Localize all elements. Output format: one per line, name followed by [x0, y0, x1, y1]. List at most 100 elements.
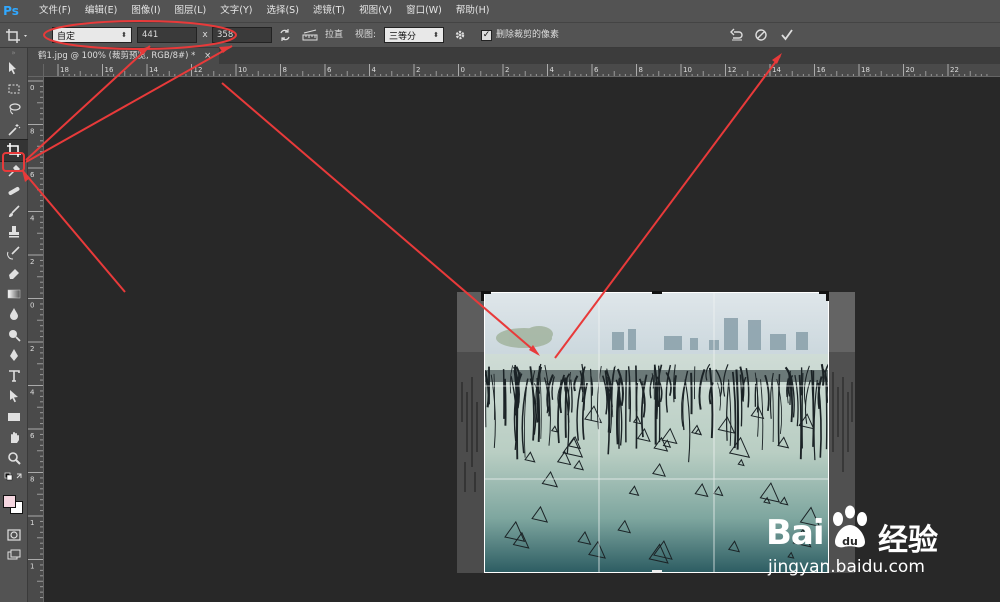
lasso-tool-icon[interactable]	[0, 99, 28, 120]
ruler-label: 8	[283, 66, 287, 74]
pen-tool-icon[interactable]	[0, 345, 28, 366]
crop-width-input[interactable]: 441	[137, 27, 197, 43]
blur-tool-icon[interactable]	[0, 304, 28, 325]
select-arrows-icon: ⬍	[121, 31, 127, 39]
crop-shield-left	[457, 292, 484, 573]
menu-image[interactable]: 图像(I)	[124, 0, 167, 22]
ruler-label: 0	[30, 302, 34, 310]
menu-select[interactable]: 选择(S)	[259, 0, 305, 22]
ruler-label: 6	[30, 171, 35, 179]
ruler-label: 1	[30, 563, 34, 571]
ruler-label: 4	[550, 66, 555, 74]
times-label: x	[202, 30, 208, 40]
ruler-label: 22	[950, 66, 959, 74]
ruler-label: 14	[772, 66, 781, 74]
ruler-label: 0	[30, 84, 34, 92]
color-swatches	[0, 489, 28, 525]
eraser-tool-icon[interactable]	[0, 263, 28, 284]
ruler-label: 8	[639, 66, 643, 74]
tools-panel: »	[0, 48, 29, 602]
ruler-label: 16	[817, 66, 826, 74]
history-brush-tool-icon[interactable]	[0, 243, 28, 264]
menu-bar: Ps 文件(F) 编辑(E) 图像(I) 图层(L) 文字(Y) 选择(S) 滤…	[0, 0, 1000, 22]
ruler-label: 16	[105, 66, 114, 74]
view-overlay-select[interactable]: 三等分 ⬍	[384, 27, 444, 43]
select-arrows-icon: ⬍	[433, 31, 439, 39]
crop-handle-top-left-v[interactable]	[481, 291, 484, 301]
paw-du-text: du	[842, 535, 858, 548]
menu-layer[interactable]: 图层(L)	[168, 0, 214, 22]
crop-handle-top-right-v[interactable]	[826, 291, 829, 301]
ruler-label: 2	[30, 345, 34, 353]
ruler-label: 10	[683, 66, 692, 74]
close-tab-icon[interactable]: ×	[204, 51, 211, 61]
hand-tool-icon[interactable]	[0, 427, 28, 448]
ruler-label: 12	[728, 66, 737, 74]
options-bar: 自定 ⬍ 441 x 358 拉直 视图: 三等分 ⬍ ✓ 删除裁剪的像素	[0, 22, 1000, 48]
gradient-tool-icon[interactable]	[0, 284, 28, 305]
ruler-label: 8	[30, 128, 34, 136]
reset-icon[interactable]	[729, 27, 745, 43]
crop-handle-top[interactable]	[652, 291, 662, 294]
marquee-tool-icon[interactable]	[0, 79, 28, 100]
menu-edit[interactable]: 编辑(E)	[78, 0, 124, 22]
watermark-url: jingyan.baidu.com	[768, 557, 925, 577]
menu-view[interactable]: 视图(V)	[352, 0, 399, 22]
crop-preset-icon[interactable]	[3, 27, 31, 45]
path-selection-tool-icon[interactable]	[0, 386, 28, 407]
foreground-color-swatch[interactable]	[3, 494, 16, 508]
move-tool-icon[interactable]	[0, 58, 28, 79]
default-colors-icon[interactable]	[0, 468, 28, 489]
document-tab-title: 鹤1.jpg @ 100% (裁剪预览, RGB/8#) *	[38, 51, 196, 61]
commit-check-icon[interactable]	[779, 27, 795, 43]
screen-mode-icon[interactable]	[0, 545, 28, 566]
ruler-label: 10	[238, 66, 247, 74]
cancel-icon[interactable]	[753, 27, 769, 43]
horizontal-ruler[interactable]: 18 16 14 12 10 8 6 4 2 0 2 4 6 8 10 12 14 16 18 20 22	[44, 64, 1000, 77]
ruler-origin[interactable]	[28, 64, 44, 77]
zoom-tool-icon[interactable]	[0, 448, 28, 469]
horizontal-ruler-ticks: 18 16 14 12 10 8 6 4 2 0 2 4 6 8 10 12 14 16 18 20 22	[57, 64, 988, 76]
magic-wand-tool-icon[interactable]	[0, 120, 28, 141]
type-tool-icon[interactable]	[0, 366, 28, 387]
ratio-select[interactable]: 自定 ⬍	[52, 27, 132, 43]
clone-stamp-tool-icon[interactable]	[0, 222, 28, 243]
view-overlay-value: 三等分	[389, 31, 417, 42]
photoshop-window: Ps 文件(F) 编辑(E) 图像(I) 图层(L) 文字(Y) 选择(S) 滤…	[0, 0, 1000, 602]
brush-tool-icon[interactable]	[0, 202, 28, 223]
ruler-label: 1	[30, 519, 34, 527]
vertical-ruler-ticks: 0864202468112	[28, 80, 43, 599]
menu-window[interactable]: 窗口(W)	[399, 0, 449, 22]
swap-icon[interactable]	[277, 27, 293, 43]
document-tab-bar: 鹤1.jpg @ 100% (裁剪预览, RGB/8#) * ×	[28, 48, 1000, 64]
vertical-ruler[interactable]: 0864202468112	[28, 77, 44, 602]
delete-pixels-label: 删除裁剪的像素	[496, 30, 560, 40]
straighten-icon[interactable]	[302, 27, 318, 43]
ruler-label: 6	[594, 66, 599, 74]
healing-brush-tool-icon[interactable]	[0, 181, 28, 202]
gear-icon[interactable]	[452, 27, 468, 43]
rectangle-tool-icon[interactable]	[0, 407, 28, 428]
ps-logo: Ps	[3, 4, 19, 18]
lotus-stem	[635, 365, 638, 449]
ruler-label: 4	[30, 389, 35, 397]
crop-tool-icon[interactable]	[0, 139, 29, 162]
quick-mask-icon[interactable]	[0, 525, 28, 546]
menu-filter[interactable]: 滤镜(T)	[306, 0, 352, 22]
menu-type[interactable]: 文字(Y)	[213, 0, 259, 22]
document-tab[interactable]: 鹤1.jpg @ 100% (裁剪预览, RGB/8#) * ×	[28, 48, 220, 64]
watermark-brand: Bai	[766, 513, 825, 553]
dodge-tool-icon[interactable]	[0, 325, 28, 346]
menu-file[interactable]: 文件(F)	[32, 0, 78, 22]
ruler-label: 0	[461, 66, 465, 74]
eyedropper-tool-icon[interactable]	[0, 161, 28, 182]
crop-height-input[interactable]: 358	[212, 27, 272, 43]
straighten-label[interactable]: 拉直	[325, 27, 343, 43]
ruler-label: 20	[906, 66, 915, 74]
ruler-label: 12	[194, 66, 203, 74]
panel-collapse-icon[interactable]: »	[0, 48, 27, 58]
crop-handle-bottom[interactable]	[652, 570, 662, 573]
delete-pixels-checkbox[interactable]: ✓	[481, 30, 492, 41]
ruler-label: 6	[30, 432, 35, 440]
menu-help[interactable]: 帮助(H)	[449, 0, 497, 22]
